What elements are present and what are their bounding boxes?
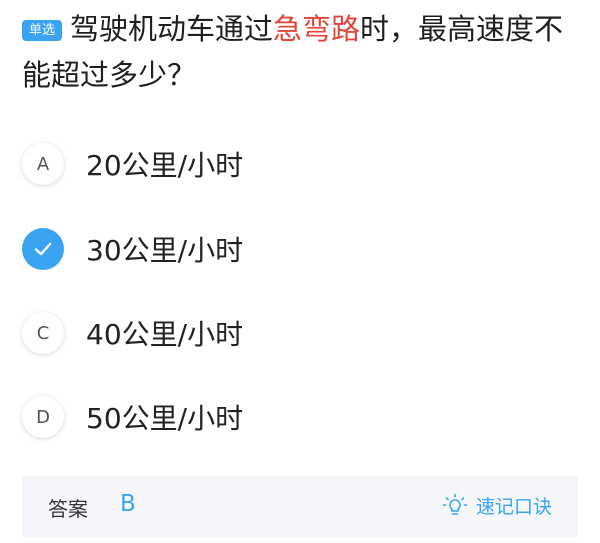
- option-a[interactable]: A 20公里/小时: [22, 141, 243, 187]
- option-c-text: 40公里/小时: [86, 318, 244, 351]
- checkmark-icon: [22, 228, 64, 270]
- option-a-marker: A: [22, 143, 64, 185]
- option-b[interactable]: 30公里/小时: [22, 226, 243, 272]
- answer-label: 答案: [48, 497, 88, 521]
- mnemonic-button[interactable]: 速记口诀: [442, 492, 552, 519]
- option-b-text: 30公里/小时: [86, 234, 244, 267]
- answer-bar: 答案 B 速记口诀: [22, 476, 578, 538]
- option-d-text: 50公里/小时: [86, 402, 244, 435]
- question-type-badge: 单选: [22, 20, 63, 41]
- question-text-start: 驾驶机动车通过: [70, 12, 274, 46]
- option-a-text: 20公里/小时: [86, 149, 244, 182]
- option-d-marker: D: [22, 396, 64, 438]
- answer-value: B: [120, 491, 136, 517]
- option-d[interactable]: D 50公里/小时: [22, 394, 243, 440]
- lightbulb-icon: [442, 493, 468, 515]
- option-c[interactable]: C 40公里/小时: [22, 310, 243, 356]
- question-text: 单选 驾驶机动车通过急弯路时，最高速度不能超过多少？: [22, 6, 582, 98]
- option-c-marker: C: [22, 312, 64, 354]
- mnemonic-button-label: 速记口诀: [475, 496, 552, 518]
- question-keyword-highlight: 急弯路: [273, 12, 361, 46]
